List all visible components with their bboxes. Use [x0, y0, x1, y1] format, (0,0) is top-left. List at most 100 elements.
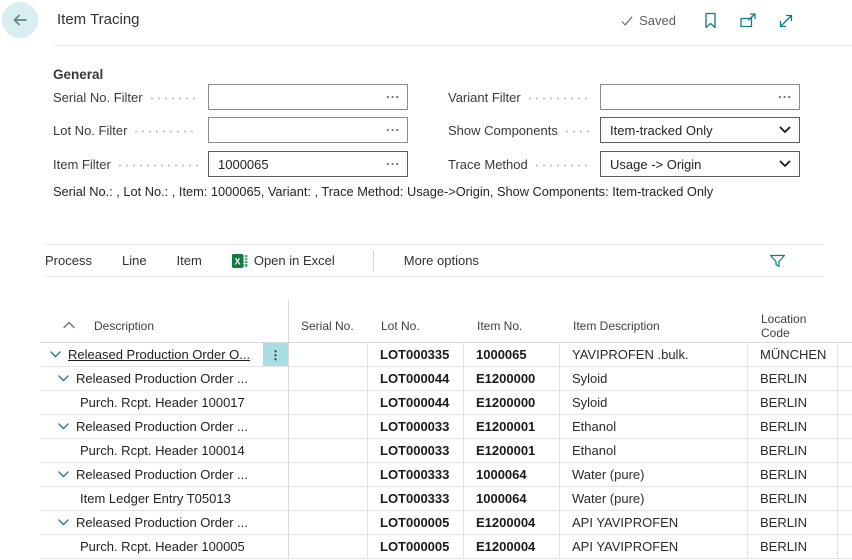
location-cell: BERLIN — [748, 391, 838, 414]
assist-edit-button[interactable]: ... — [386, 119, 400, 134]
show-components-value: Item-tracked Only — [610, 123, 713, 138]
serial-cell — [288, 535, 368, 558]
filter-button[interactable] — [769, 253, 786, 269]
field-variant-filter: Variant Filter ... — [448, 84, 800, 110]
description-text[interactable]: Purch. Rcpt. Header 100005 — [80, 539, 245, 554]
item-filter-label: Item Filter — [53, 157, 111, 172]
collapse-all-button[interactable] — [62, 320, 76, 330]
freeze-pane-divider — [288, 300, 289, 559]
col-header-item-no[interactable]: Item No. — [464, 310, 560, 342]
lot-no-filter-input[interactable]: ... — [208, 117, 408, 143]
serial-cell — [288, 367, 368, 390]
spacer-cell — [838, 343, 852, 366]
item-filter-value: 1000065 — [218, 157, 269, 172]
item-cell: E1200000 — [464, 391, 560, 414]
item-tracing-page: Item Tracing Saved — [0, 0, 852, 560]
general-section: General Serial No. Filter ... Lot No. Fi… — [0, 60, 852, 245]
open-in-new-window-button[interactable] — [737, 11, 759, 31]
table-row[interactable]: Released Production Order ... LOT000033 … — [40, 415, 852, 439]
dotted-leader — [536, 164, 590, 167]
open-in-excel-button[interactable]: X Open in Excel — [232, 253, 335, 269]
assist-edit-button[interactable]: ... — [386, 86, 400, 101]
spacer-cell — [838, 535, 852, 558]
serial-cell — [288, 487, 368, 510]
description-cell: Purch. Rcpt. Header 100017 — [40, 391, 288, 414]
description-link[interactable]: Released Production Order O... — [68, 347, 250, 362]
check-icon — [620, 14, 634, 28]
col-header-item-description[interactable]: Item Description — [560, 310, 748, 342]
serial-no-filter-input[interactable]: ... — [208, 84, 408, 110]
assist-edit-button[interactable]: ... — [778, 86, 792, 101]
item-cell: E1200004 — [464, 535, 560, 558]
back-button[interactable] — [2, 2, 38, 38]
expand-chevron-icon[interactable] — [50, 351, 61, 358]
toolbar-divider — [373, 250, 374, 272]
item-menu[interactable]: Item — [177, 253, 202, 268]
description-text[interactable]: Purch. Rcpt. Header 100017 — [80, 395, 245, 410]
table-row[interactable]: Released Production Order ... LOT000005 … — [40, 511, 852, 535]
item-cell: 1000064 — [464, 487, 560, 510]
col-header-serial-no[interactable]: Serial No. — [288, 310, 368, 342]
table-row[interactable]: Released Production Order O... ⋮ LOT0003… — [40, 343, 852, 367]
section-title: General — [53, 67, 103, 82]
lot-cell: LOT000033 — [368, 439, 464, 462]
location-cell: BERLIN — [748, 487, 838, 510]
spacer-cell — [838, 391, 852, 414]
bookmark-button[interactable] — [701, 10, 720, 31]
assist-edit-button[interactable]: ... — [386, 153, 400, 168]
location-cell: BERLIN — [748, 439, 838, 462]
description-text[interactable]: Item Ledger Entry T05013 — [80, 491, 231, 506]
show-components-select[interactable]: Item-tracked Only — [600, 117, 800, 143]
table-row[interactable]: Purch. Rcpt. Header 100017 LOT000044 E12… — [40, 391, 852, 415]
location-cell: MÜNCHEN — [748, 343, 838, 366]
dotted-leader — [529, 97, 590, 100]
trace-method-select[interactable]: Usage -> Origin — [600, 151, 800, 177]
description-cell: Item Ledger Entry T05013 — [40, 487, 288, 510]
expand-button[interactable] — [776, 11, 796, 31]
expand-chevron-icon[interactable] — [58, 519, 69, 526]
line-menu[interactable]: Line — [122, 253, 147, 268]
field-serial-no-filter: Serial No. Filter ... — [53, 84, 408, 110]
serial-cell — [288, 391, 368, 414]
table-row[interactable]: Released Production Order ... LOT000333 … — [40, 463, 852, 487]
col-header-location-code[interactable]: Location Code — [748, 310, 838, 342]
table-row[interactable]: Purch. Rcpt. Header 100014 LOT000033 E12… — [40, 439, 852, 463]
process-menu[interactable]: Process — [45, 253, 92, 268]
dotted-leader — [119, 164, 198, 167]
dotted-leader — [566, 130, 590, 133]
table-row[interactable]: Item Ledger Entry T05013 LOT000333 10000… — [40, 487, 852, 511]
filter-summary-text: Serial No.: , Lot No.: , Item: 1000065, … — [53, 184, 713, 199]
description-text[interactable]: Released Production Order ... — [76, 419, 248, 434]
item-cell: 1000064 — [464, 463, 560, 486]
serial-cell — [288, 439, 368, 462]
field-trace-method: Trace Method Usage -> Origin — [448, 151, 800, 177]
description-text[interactable]: Purch. Rcpt. Header 100014 — [80, 443, 245, 458]
expand-chevron-icon[interactable] — [58, 471, 69, 478]
lot-cell: LOT000333 — [368, 463, 464, 486]
item-cell: E1200004 — [464, 511, 560, 534]
svg-text:X: X — [234, 256, 240, 266]
field-lot-no-filter: Lot No. Filter ... — [53, 117, 408, 143]
description-cell: Purch. Rcpt. Header 100005 — [40, 535, 288, 558]
dotted-leader — [151, 97, 198, 100]
title-divider — [55, 45, 852, 46]
table-row[interactable]: Released Production Order ... LOT000044 … — [40, 367, 852, 391]
open-in-excel-label: Open in Excel — [254, 253, 335, 268]
filter-funnel-icon — [769, 253, 786, 269]
description-text[interactable]: Released Production Order ... — [76, 467, 248, 482]
expand-chevron-icon[interactable] — [58, 375, 69, 382]
col-header-description[interactable]: Description — [40, 310, 288, 342]
description-text[interactable]: Released Production Order ... — [76, 371, 248, 386]
spacer-cell — [838, 487, 852, 510]
serial-cell — [288, 415, 368, 438]
more-options-menu[interactable]: More options — [404, 253, 479, 268]
row-options-button[interactable]: ⋮ — [263, 343, 288, 366]
description-text[interactable]: Released Production Order ... — [76, 515, 248, 530]
table-row[interactable]: Purch. Rcpt. Header 100005 LOT000005 E12… — [40, 535, 852, 559]
item-filter-input[interactable]: 1000065 ... — [208, 151, 408, 177]
expand-chevron-icon[interactable] — [58, 423, 69, 430]
col-header-lot-no[interactable]: Lot No. — [368, 310, 464, 342]
variant-filter-input[interactable]: ... — [600, 84, 800, 110]
lot-cell: LOT000333 — [368, 487, 464, 510]
item-cell: E1200001 — [464, 415, 560, 438]
